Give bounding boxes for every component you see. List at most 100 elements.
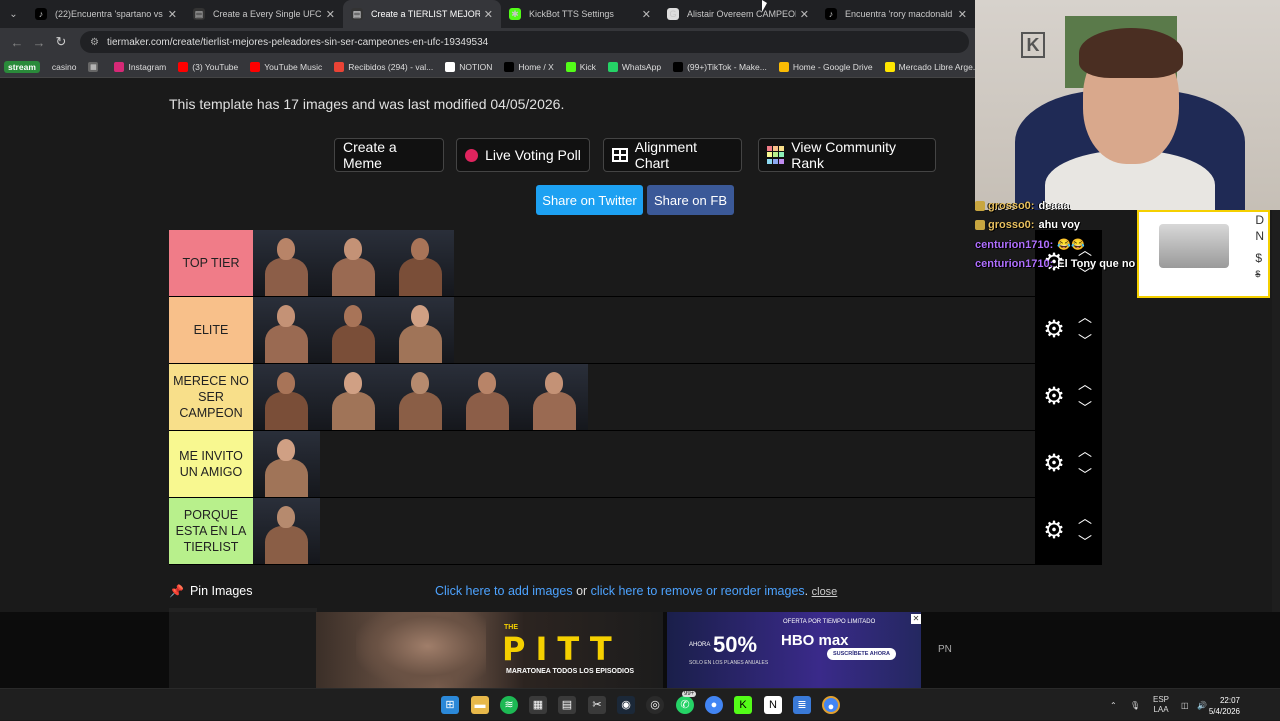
fighter-image[interactable] — [521, 364, 588, 430]
bookmark-item[interactable]: YouTube Music — [250, 61, 322, 72]
tier-items[interactable] — [253, 230, 454, 296]
browser-tab[interactable]: ♪ Encuentra 'rory macdonald vs ✕ — [817, 0, 975, 28]
fighter-image[interactable] — [387, 364, 454, 430]
community-rank-button[interactable]: View Community Rank — [758, 138, 936, 172]
tab-close-icon[interactable]: ✕ — [642, 8, 651, 21]
bookmark-item[interactable]: ▦ — [88, 61, 102, 72]
reload-icon[interactable]: ↻ — [50, 34, 72, 50]
pitt-ad[interactable]: THE PITT MARATONEA TODOS LOS EPISODIOS — [316, 612, 663, 688]
clock[interactable]: 22:07 5/4/2026 — [1209, 695, 1240, 717]
tab-close-icon[interactable]: ✕ — [168, 8, 177, 21]
reorder-images-link[interactable]: click here to remove or reorder images — [591, 584, 805, 598]
fighter-image[interactable] — [387, 297, 454, 363]
bookmark-item[interactable]: (3) YouTube — [178, 61, 238, 72]
hbo-subscribe-button[interactable]: SUSCRÍBETE AHORA — [827, 648, 896, 660]
fighter-image[interactable] — [387, 230, 454, 296]
share-fb-button[interactable]: Share on FB — [647, 185, 734, 215]
tier-items[interactable] — [253, 297, 454, 363]
pin-images[interactable]: 📌 Pin Images — [169, 584, 252, 598]
fighter-image[interactable] — [253, 297, 320, 363]
file-explorer-icon[interactable]: ▬ — [471, 696, 489, 714]
notion-icon[interactable]: N — [764, 696, 782, 714]
bookmark-item[interactable]: stream — [4, 60, 40, 73]
tab-close-icon[interactable]: ✕ — [484, 8, 493, 21]
tab-close-icon[interactable]: ✕ — [326, 8, 335, 21]
share-twitter-button[interactable]: Share on Twitter — [536, 185, 643, 215]
language-indicator[interactable]: ESP LAA — [1153, 689, 1169, 721]
live-voting-button[interactable]: Live Voting Poll — [456, 138, 590, 172]
volume-icon[interactable]: 🔊 — [1197, 689, 1207, 721]
chevron-up-icon[interactable]: ︿ — [1075, 307, 1095, 327]
ad-close-icon[interactable]: ✕ — [911, 614, 921, 624]
browser-tab[interactable]: ▤ Create a Every Single UFC Cha ✕ — [185, 0, 343, 28]
tab-search-icon[interactable]: ⌄ — [4, 4, 23, 24]
tray-chevron-icon[interactable]: ⌃ — [1110, 689, 1117, 721]
browser-tab[interactable]: G Alistair Overeem CAMPEON - E ✕ — [659, 0, 817, 28]
chevron-down-icon[interactable]: ﹀ — [1075, 532, 1095, 552]
bookmark-item[interactable]: Kick — [565, 61, 596, 72]
tier-label[interactable]: ME INVITO UN AMIGO — [169, 431, 253, 497]
whatsapp-icon[interactable]: ✆ — [676, 696, 694, 714]
chrome-active-icon[interactable]: ● — [822, 696, 840, 714]
network-icon[interactable]: ◫ — [1181, 689, 1189, 721]
bookmark-item[interactable]: NOTION — [445, 61, 492, 72]
bookmark-item[interactable]: casino — [52, 62, 77, 72]
tier-label[interactable]: PORQUE ESTA EN LA TIERLIST — [169, 498, 253, 564]
tier-label[interactable]: MERECE NO SER CAMPEON — [169, 364, 253, 430]
fighter-image[interactable] — [320, 297, 387, 363]
bookmark-item[interactable]: Home - Google Drive — [778, 61, 873, 72]
chevron-down-icon[interactable]: ﹀ — [1075, 398, 1095, 418]
start-icon[interactable]: ⊞ — [441, 696, 459, 714]
app-icon[interactable]: ▤ — [558, 696, 576, 714]
store-icon[interactable]: ▦ — [529, 696, 547, 714]
browser-tab[interactable]: ♪ (22)Encuentra 'spartano vs mm ✕ — [27, 0, 185, 28]
browser-tab[interactable]: ▤ Create a TIERLIST MEJORES PE ✕ — [343, 0, 501, 28]
chrome-icon[interactable]: ● — [705, 696, 723, 714]
browser-tab[interactable]: ✱ KickBot TTS Settings ✕ — [501, 0, 659, 28]
chevron-up-icon[interactable]: ︿ — [1075, 374, 1095, 394]
bookmark-item[interactable]: Mercado Libre Arge... — [884, 61, 980, 72]
create-meme-button[interactable]: Create a Meme — [334, 138, 444, 172]
fighter-image[interactable] — [253, 230, 320, 296]
gear-icon[interactable]: ⚙ — [1041, 518, 1067, 544]
forward-icon[interactable]: → — [28, 35, 50, 50]
fighter-image[interactable] — [253, 364, 320, 430]
bookmark-item[interactable]: Instagram — [114, 61, 166, 72]
capcut-icon[interactable]: ✂ — [588, 696, 606, 714]
kick-app-icon[interactable]: K — [734, 696, 752, 714]
fighter-image[interactable] — [253, 498, 320, 564]
gear-icon[interactable]: ⚙ — [1041, 317, 1067, 343]
chevron-down-icon[interactable]: ﹀ — [1075, 465, 1095, 485]
site-info-icon[interactable]: ⚙ — [90, 37, 99, 48]
back-icon[interactable]: ← — [6, 35, 28, 50]
url-field[interactable]: ⚙ tiermaker.com/create/tierlist-mejores-… — [80, 31, 969, 53]
fighter-image[interactable] — [320, 230, 387, 296]
gear-icon[interactable]: ⚙ — [1041, 384, 1067, 410]
tier-items[interactable] — [253, 431, 320, 497]
bookmark-item[interactable]: WhatsApp — [607, 61, 661, 72]
bookmark-item[interactable]: Recibidos (294) - val... — [334, 61, 433, 72]
obs-icon[interactable]: ◎ — [646, 696, 664, 714]
notepad-icon[interactable]: ≣ — [793, 696, 811, 714]
tier-items[interactable] — [253, 364, 588, 430]
fighter-image[interactable] — [253, 431, 320, 497]
alignment-chart-button[interactable]: Alignment Chart — [603, 138, 742, 172]
add-images-link[interactable]: Click here to add images — [435, 584, 573, 598]
bookmark-item[interactable]: Home / X — [504, 61, 554, 72]
chevron-up-icon[interactable]: ︿ — [1075, 508, 1095, 528]
bookmark-item[interactable]: (99+)TikTok - Make... — [673, 61, 767, 72]
image-tray-thumbnails[interactable] — [169, 608, 317, 688]
fighter-image[interactable] — [320, 364, 387, 430]
gear-icon[interactable]: ⚙ — [1041, 451, 1067, 477]
tier-items[interactable] — [253, 498, 320, 564]
chevron-up-icon[interactable]: ︿ — [1075, 441, 1095, 461]
hbo-ad[interactable]: OFERTA POR TIEMPO LIMITADO AHORA 50% SOL… — [667, 612, 921, 688]
spotify-icon[interactable]: ≋ — [500, 696, 518, 714]
tier-label[interactable]: ELITE — [169, 297, 253, 363]
steam-icon[interactable]: ◉ — [617, 696, 635, 714]
chevron-down-icon[interactable]: ﹀ — [1075, 331, 1095, 351]
microphone-icon[interactable]: 🎙 — [1130, 689, 1140, 721]
close-link[interactable]: close — [812, 586, 838, 598]
fighter-image[interactable] — [454, 364, 521, 430]
tab-close-icon[interactable]: ✕ — [800, 8, 809, 21]
